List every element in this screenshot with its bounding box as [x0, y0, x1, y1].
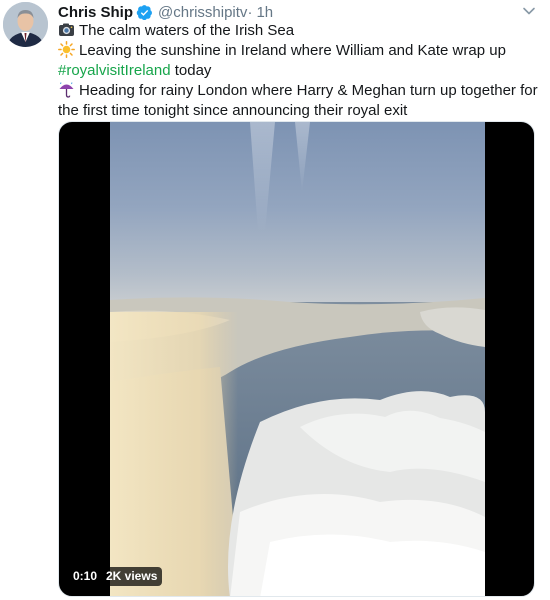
tweet-text: The calm waters of the Irish Sea Leaving…: [58, 21, 538, 121]
tweet-line-4-text: Heading for rainy London where Harry & M…: [79, 82, 538, 99]
umbrella-rain-icon: [59, 82, 74, 98]
tweet-line-2-text: Leaving the sunshine in Ireland where Wi…: [79, 42, 506, 59]
tweet-line-5: the first time tonight since announcing …: [58, 101, 538, 121]
tweet-line-3: #royalvisitIreland today: [58, 61, 538, 81]
chevron-down-icon[interactable]: [522, 4, 536, 18]
sun-icon: [58, 41, 75, 58]
tweet-line-2: Leaving the sunshine in Ireland where Wi…: [58, 41, 538, 61]
tweet-line-5-text: the first time tonight since announcing …: [58, 102, 408, 119]
timestamp[interactable]: 1h: [256, 4, 273, 21]
tweet-line-4: Heading for rainy London where Harry & M…: [58, 81, 538, 101]
tweet-line-1-text: The calm waters of the Irish Sea: [79, 22, 295, 39]
separator-dot: ·: [247, 3, 253, 21]
hashtag-link[interactable]: #royalvisitIreland: [58, 62, 171, 79]
display-name[interactable]: Chris Ship: [58, 4, 133, 21]
verified-badge-icon: [136, 4, 152, 20]
camera-icon: [59, 23, 74, 36]
video-views: 2K views: [101, 567, 163, 586]
tweet-header: Chris Ship @chrisshipitv · 1h: [58, 2, 273, 22]
user-handle[interactable]: @chrisshipitv: [158, 4, 247, 21]
tweet-line-3-text: today: [170, 62, 212, 79]
tweet-line-1: The calm waters of the Irish Sea: [58, 21, 538, 41]
avatar[interactable]: [3, 2, 48, 47]
video-duration: 0:10: [73, 569, 98, 583]
video-frame: [110, 122, 485, 596]
avatar-portrait: [3, 2, 48, 47]
video-player[interactable]: 0:10 2K views: [58, 121, 535, 597]
